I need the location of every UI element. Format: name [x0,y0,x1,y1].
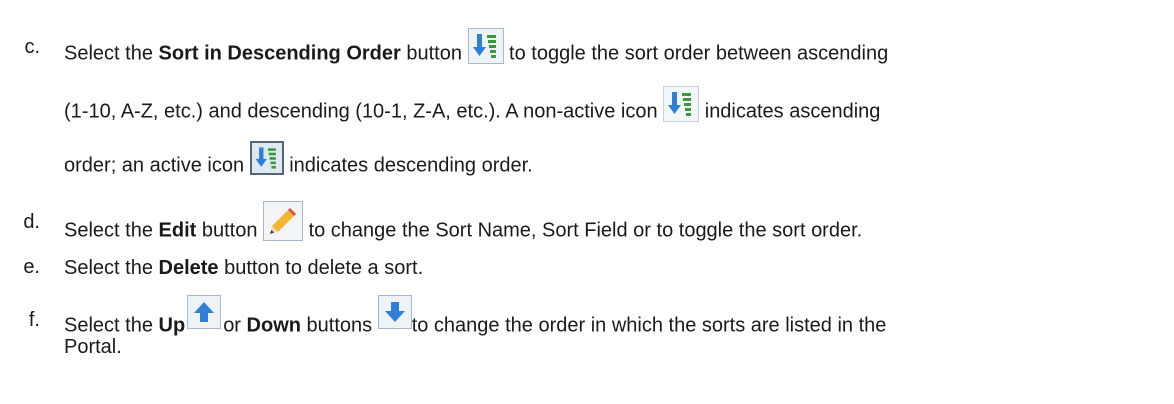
list-marker-c: c. [24,36,40,58]
delete-label: Delete [158,257,219,279]
item-d-line-1: Select the Edit button to change the Sor… [64,201,862,251]
sort-inactive-icon [663,86,700,122]
sort-active-icon [249,141,284,175]
item-f-line-1: Select the Up or Down buttons to change … [64,295,886,343]
list-marker-f: f. [28,309,40,331]
arrow-up-icon[interactable] [187,295,222,329]
arrow-down-icon[interactable] [377,295,412,329]
item-c-line-1: Select the Sort in Descending Order butt… [64,28,888,72]
sort-descending-icon[interactable] [467,28,504,64]
down-label: Down [246,314,301,337]
item-f-line-2: Portal. [64,336,122,358]
edit-label: Edit [158,219,197,242]
sort-descending-label: Sort in Descending Order [158,42,401,65]
list-marker-d: d. [23,211,40,233]
item-e-line-1: Select the Delete button to delete a sor… [64,257,424,279]
list-marker-e: e. [23,256,40,278]
pencil-icon[interactable] [263,201,304,241]
item-c-line-2: (1-10, A-Z, etc.) and descending (10-1, … [64,86,880,130]
up-label: Up [158,314,186,337]
item-c-line-3: order; an active icon indicates descendi… [64,141,533,183]
